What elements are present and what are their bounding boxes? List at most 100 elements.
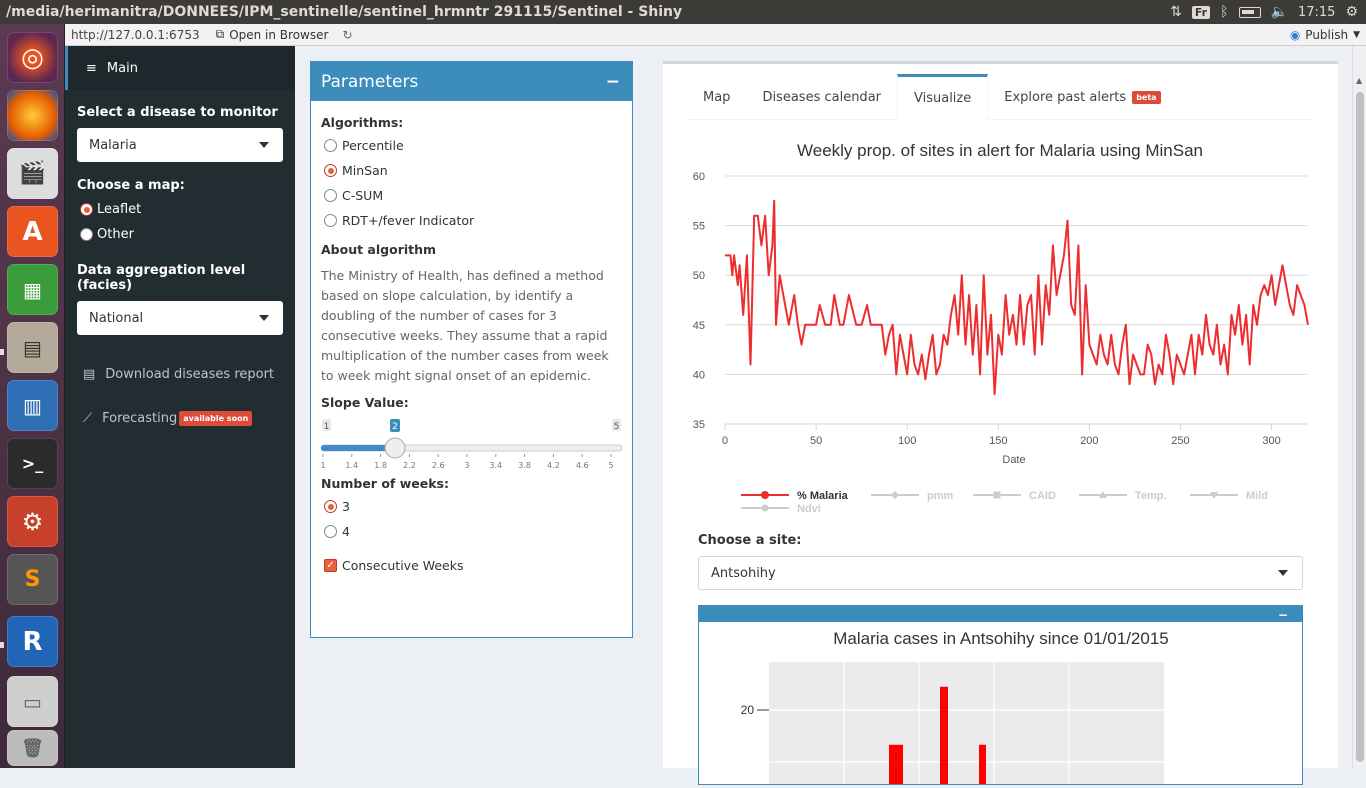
site-select-label: Choose a site: <box>698 533 802 548</box>
algorithm-option-c-sum[interactable]: C-SUM <box>311 183 632 208</box>
forecasting-link[interactable]: ⟋ Forecasting available soon <box>65 406 295 430</box>
map-option-other[interactable]: Other <box>65 222 295 247</box>
rstudio-icon[interactable]: R <box>7 616 58 667</box>
running-indicator <box>0 349 4 355</box>
x-axis-label: Date <box>1002 454 1025 466</box>
disease-select-label: Select a disease to monitor <box>77 105 278 120</box>
legend-item-label[interactable]: Mild <box>1246 490 1268 502</box>
slider-min-label: 1 <box>324 422 330 432</box>
sidebar: ≡ Main Select a disease to monitor Malar… <box>65 46 295 768</box>
keyboard-layout-indicator[interactable]: Fr <box>1191 5 1211 19</box>
checkmark-icon: ✓ <box>324 559 337 572</box>
open-in-browser-label: Open in Browser <box>229 27 329 42</box>
visualization-box: Map Diseases calendar Visualize Explore … <box>663 61 1338 788</box>
y-tick-label: 55 <box>693 221 705 233</box>
y-tick-label: 60 <box>693 171 705 183</box>
tab-diseases-calendar[interactable]: Diseases calendar <box>746 74 897 120</box>
legend-item-label[interactable]: pmm <box>927 490 954 502</box>
chevron-down-icon: ▼ <box>1353 29 1360 40</box>
weeks-label: Number of weeks: <box>321 476 449 491</box>
disease-select[interactable]: Malaria <box>77 128 283 162</box>
algorithm-option-label: Percentile <box>342 138 404 153</box>
radio-unselected-icon <box>80 228 93 241</box>
x-tick-label: 300 <box>1262 435 1280 447</box>
download-report-link[interactable]: ▤ Download diseases report <box>65 362 295 386</box>
weeks-option-3[interactable]: 3 <box>311 494 632 519</box>
about-algorithm-label: About algorithm <box>321 242 437 257</box>
site-select[interactable]: Antsohihy <box>698 556 1303 590</box>
ubuntu-dash-icon[interactable]: ◎ <box>7 32 58 83</box>
trash-icon[interactable]: 🗑 <box>7 730 58 766</box>
x-tick-label: 50 <box>810 435 822 447</box>
legend-item-label[interactable]: Ndvi <box>797 503 821 515</box>
writer-icon[interactable]: ▥ <box>7 380 58 431</box>
slope-slider[interactable]: 1 5 2 1 1.4 1.8 2.2 2.6 3 3.4 3.8 4.2 4.6 5 <box>311 410 632 472</box>
scrollbar-thumb[interactable] <box>1356 92 1364 762</box>
aggregation-select[interactable]: National <box>77 301 283 335</box>
firefox-icon[interactable] <box>7 90 58 141</box>
tab-map[interactable]: Map <box>687 74 746 120</box>
legend-item-label[interactable]: % Malaria <box>797 490 849 502</box>
clock[interactable]: 17:15 <box>1298 5 1335 20</box>
publish-button[interactable]: ◉ Publish ▼ <box>1290 28 1360 42</box>
aggregation-label: Data aggregation level (facies) <box>77 263 246 293</box>
drive-icon[interactable]: ▭ <box>7 676 58 727</box>
network-icon[interactable]: ⇅ <box>1170 0 1182 24</box>
consecutive-weeks-label: Consecutive Weeks <box>342 558 464 573</box>
site-cases-box: − Malaria cases in Antsohihy since 01/01… <box>698 605 1303 788</box>
radio-selected-icon <box>324 500 337 513</box>
tab-label: Visualize <box>914 91 972 106</box>
tab-explore-past-alerts[interactable]: Explore past alerts beta <box>988 74 1176 120</box>
sidebar-item-main[interactable]: ≡ Main <box>65 46 295 90</box>
scroll-up-icon[interactable]: ▲ <box>1356 76 1362 85</box>
slider-handle[interactable] <box>384 437 406 459</box>
window-title: /media/herimanitra/DONNEES/IPM_sentinell… <box>6 4 683 20</box>
tab-visualize[interactable]: Visualize <box>897 74 989 120</box>
file-manager-icon[interactable]: ▤ <box>7 322 58 373</box>
legend-item-label[interactable]: Temp. <box>1135 490 1167 502</box>
radio-unselected-icon <box>324 214 337 227</box>
software-center-icon[interactable]: A <box>7 206 58 257</box>
slider-max-label: 5 <box>614 422 620 432</box>
collapse-button[interactable]: − <box>606 72 620 92</box>
battery-icon[interactable] <box>1238 6 1261 18</box>
line-chart-icon: ⟋ <box>83 410 93 426</box>
url-text[interactable]: http://127.0.0.1:6753 <box>65 28 200 42</box>
site-cases-header: − <box>699 606 1302 622</box>
map-option-label: Leaflet <box>97 202 142 217</box>
bar <box>979 744 986 788</box>
running-indicator <box>0 642 4 648</box>
publish-icon: ◉ <box>1289 27 1301 42</box>
slider-tick-label: 2.2 <box>403 461 416 470</box>
page-scrollbar[interactable]: ▲ <box>1352 46 1366 768</box>
settings-gear-icon[interactable]: ⚙ <box>1345 0 1358 24</box>
algorithm-option-percentile[interactable]: Percentile <box>311 133 632 158</box>
terminal-icon[interactable]: >_ <box>7 438 58 489</box>
slider-tick-label: 4.2 <box>547 461 560 470</box>
system-settings-icon[interactable]: ⚙ <box>7 496 58 547</box>
consecutive-weeks-checkbox[interactable]: ✓ Consecutive Weeks <box>311 553 632 578</box>
spreadsheet-icon[interactable]: ▦ <box>7 264 58 315</box>
algorithm-option-rdt-fever-indicator[interactable]: RDT+/fever Indicator <box>311 208 632 233</box>
slider-tick-label: 4.6 <box>576 461 589 470</box>
tab-label: Diseases calendar <box>762 89 881 105</box>
map-option-leaflet[interactable]: Leaflet <box>65 197 295 222</box>
collapse-button[interactable]: − <box>1278 609 1288 621</box>
open-in-browser-button[interactable]: ⧉ Open in Browser <box>216 27 329 42</box>
legend-item-label[interactable]: CAID <box>1029 490 1056 502</box>
tab-label: Map <box>703 89 731 105</box>
app-launcher: ◎ 🎬 A ▦ ▤ ▥ >_ ⚙ S R ▭ 🗑 <box>0 24 65 768</box>
refresh-icon[interactable]: ↻ <box>342 28 352 42</box>
publish-label: Publish <box>1305 27 1349 42</box>
algorithms-label: Algorithms: <box>321 115 404 130</box>
map-option-label: Other <box>97 227 134 242</box>
sublime-text-icon[interactable]: S <box>7 554 58 605</box>
video-editor-icon[interactable]: 🎬 <box>7 148 58 199</box>
weeks-option-4[interactable]: 4 <box>311 519 632 544</box>
parameters-box: Parameters − Algorithms: Percentile MinSa… <box>310 61 633 638</box>
volume-icon[interactable]: 🔈 <box>1271 0 1288 24</box>
algorithm-option-minsan[interactable]: MinSan <box>311 158 632 183</box>
plot-panel <box>769 662 1164 788</box>
bluetooth-icon[interactable]: ᛒ <box>1220 0 1228 24</box>
system-tray: ⇅ Fr ᛒ 🔈 17:15 ⚙ <box>1170 0 1366 24</box>
